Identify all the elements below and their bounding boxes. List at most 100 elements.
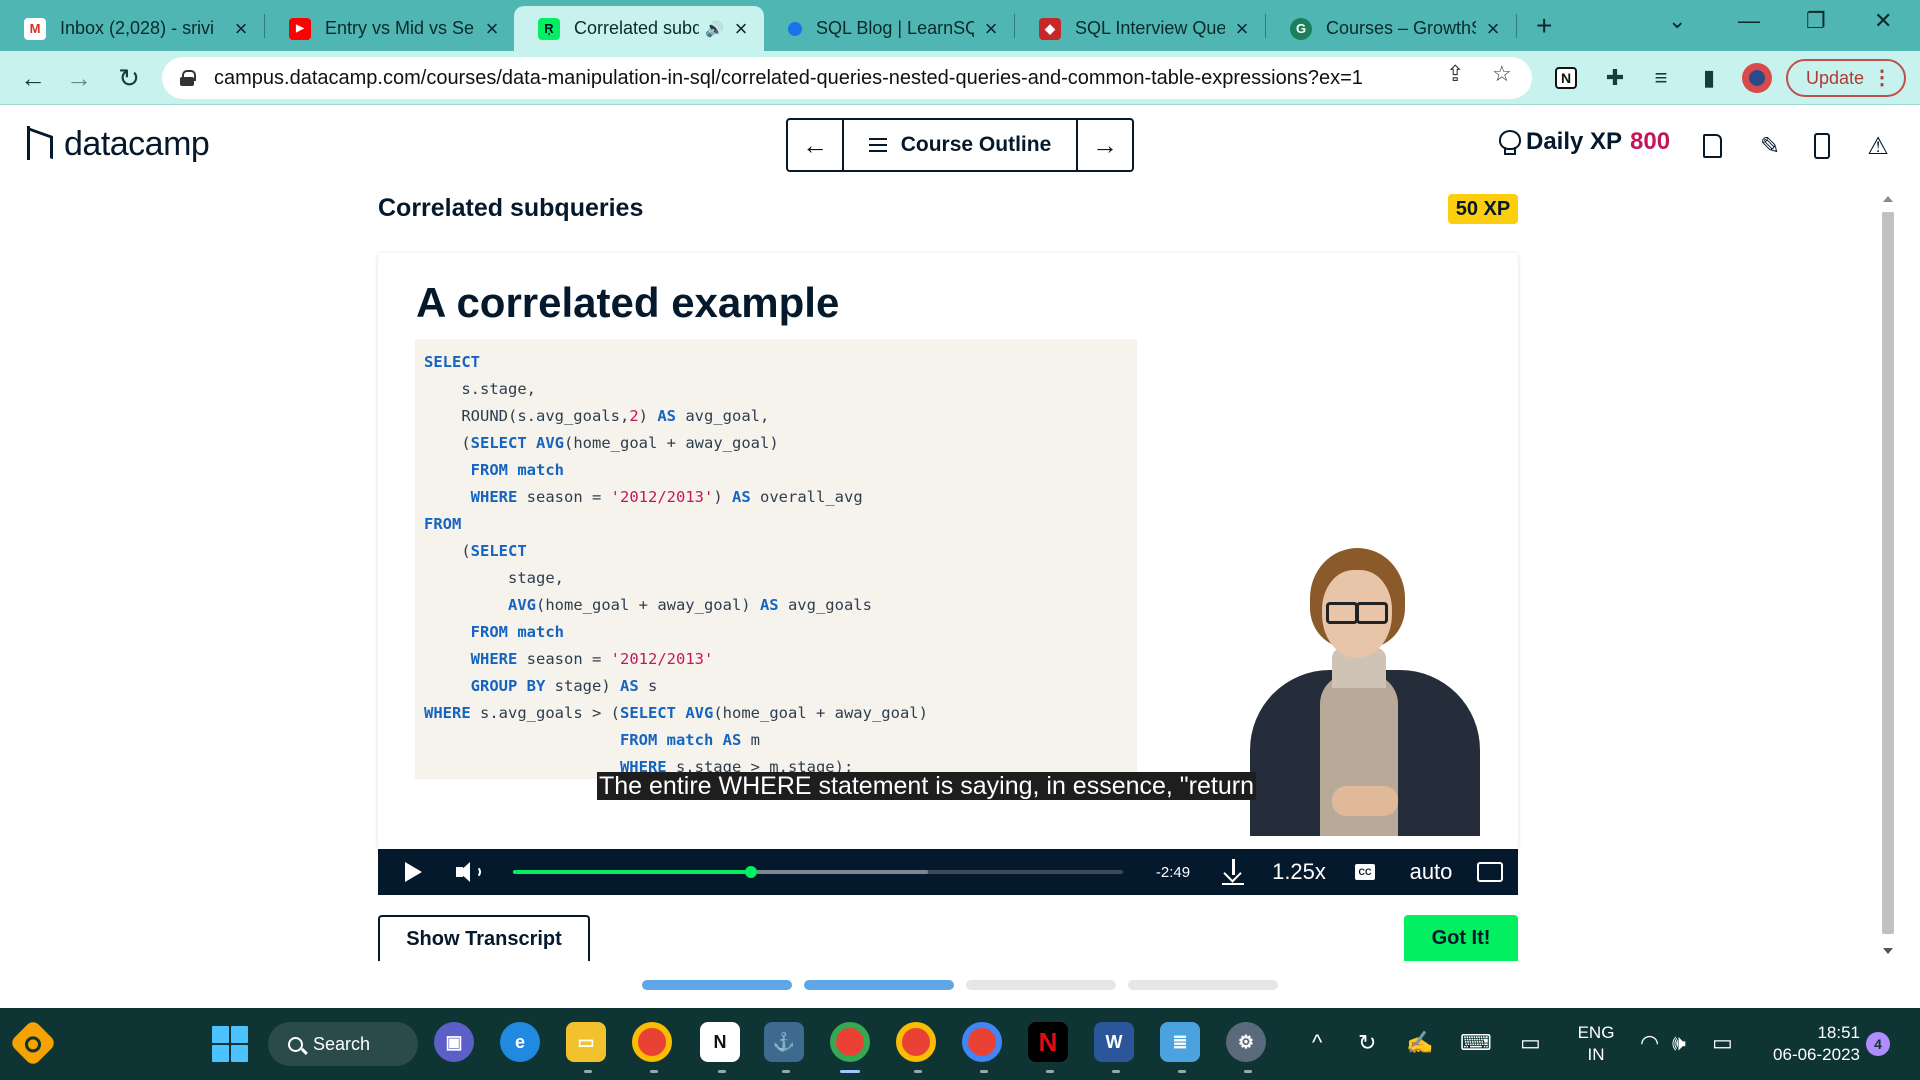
chrome-icon[interactable] bbox=[632, 1022, 672, 1062]
chrome-profile-3-icon[interactable] bbox=[962, 1022, 1002, 1062]
taskbar-search[interactable]: Search bbox=[268, 1022, 418, 1066]
got-it-button[interactable]: Got It! bbox=[1404, 915, 1518, 961]
close-tab-icon[interactable]: × bbox=[1484, 16, 1502, 42]
quality-button[interactable]: auto bbox=[1398, 849, 1464, 895]
battery-icon[interactable]: ▭ bbox=[1712, 1030, 1733, 1056]
search-label: Search bbox=[313, 1033, 371, 1054]
show-transcript-button[interactable]: Show Transcript bbox=[378, 915, 590, 961]
code-line: s.stage, bbox=[424, 376, 1137, 403]
notion-extension-icon[interactable]: N bbox=[1555, 67, 1577, 89]
code-block: SELECT s.stage, ROUND(s.avg_goals,2) AS … bbox=[415, 339, 1137, 779]
lock-icon[interactable] bbox=[180, 70, 196, 86]
mysql-workbench-icon[interactable]: ⚓ bbox=[764, 1022, 804, 1062]
chrome-profile-1-icon[interactable] bbox=[830, 1022, 870, 1062]
seek-handle[interactable] bbox=[744, 866, 757, 878]
pen-menu-icon[interactable]: ✍ bbox=[1406, 1030, 1433, 1056]
tab-datacamp[interactable]: Ŗ Correlated subq 🔊 × bbox=[514, 6, 764, 51]
play-button[interactable] bbox=[396, 849, 430, 895]
fullscreen-button[interactable] bbox=[1472, 849, 1508, 895]
datacamp-logo[interactable]: datacamp bbox=[24, 124, 210, 164]
windows-start-icon[interactable] bbox=[212, 1026, 248, 1062]
profile-avatar[interactable] bbox=[1742, 63, 1772, 93]
chrome-profile-2-icon[interactable] bbox=[896, 1022, 936, 1062]
edge-icon[interactable]: e bbox=[500, 1022, 540, 1062]
audio-playing-icon[interactable]: 🔊 bbox=[705, 20, 724, 38]
code-text: (home_goal + away_goal) bbox=[713, 704, 928, 722]
update-button[interactable]: Update ⋮ bbox=[1786, 59, 1906, 97]
more-menu-icon[interactable]: ⋮ bbox=[1872, 65, 1892, 90]
tab-sql-interview[interactable]: ◆ SQL Interview Ques × bbox=[1015, 6, 1265, 51]
bookmark-star-icon[interactable]: ☆ bbox=[1492, 61, 1512, 87]
tab-learnsql[interactable]: SQL Blog | LearnSQ × bbox=[764, 6, 1014, 51]
video-caption: The entire WHERE statement is saying, in… bbox=[597, 772, 1256, 800]
video-player[interactable]: A correlated example SELECT s.stage, ROU… bbox=[378, 253, 1518, 895]
media-controls-icon[interactable]: ≡ bbox=[1646, 63, 1676, 93]
side-panel-icon[interactable]: ▮ bbox=[1694, 63, 1724, 93]
new-tab-icon[interactable]: + bbox=[1536, 10, 1552, 42]
code-text: stage, bbox=[424, 569, 564, 587]
word-icon[interactable]: W bbox=[1094, 1022, 1134, 1062]
code-line: stage, bbox=[424, 565, 1137, 592]
tab-youtube[interactable]: ▶ Entry vs Mid vs Sen × bbox=[265, 6, 515, 51]
close-window-icon[interactable]: ✕ bbox=[1874, 8, 1892, 34]
reload-icon[interactable]: ↻ bbox=[112, 61, 146, 95]
keyboard-icon[interactable]: ⌨ bbox=[1460, 1030, 1492, 1056]
mobile-icon[interactable] bbox=[1814, 133, 1830, 159]
close-tab-icon[interactable]: × bbox=[483, 16, 501, 42]
extensions-puzzle-icon[interactable]: ✚ bbox=[1600, 63, 1630, 93]
url-text[interactable]: campus.datacamp.com/courses/data-manipul… bbox=[214, 67, 1434, 90]
slides-document-icon[interactable] bbox=[1703, 134, 1722, 158]
netflix-icon[interactable]: N bbox=[1028, 1022, 1068, 1062]
scroll-up-icon[interactable] bbox=[1883, 196, 1893, 202]
next-exercise-button[interactable]: → bbox=[1078, 120, 1132, 170]
settings-icon[interactable]: ⚙ bbox=[1226, 1022, 1266, 1062]
captions-button[interactable]: CC bbox=[1350, 849, 1380, 895]
report-issue-icon[interactable]: ⚠ bbox=[1864, 132, 1892, 160]
daily-xp[interactable]: Daily XP 800 bbox=[1498, 128, 1670, 156]
scroll-down-icon[interactable] bbox=[1883, 948, 1893, 954]
address-bar[interactable]: campus.datacamp.com/courses/data-manipul… bbox=[162, 57, 1532, 99]
close-tab-icon[interactable]: × bbox=[1233, 16, 1251, 42]
playback-speed-button[interactable]: 1.25x bbox=[1266, 849, 1332, 895]
seek-bar[interactable] bbox=[513, 866, 1123, 878]
clock[interactable]: 18:51 06-06-2023 bbox=[1754, 1022, 1860, 1066]
widgets-icon[interactable] bbox=[8, 1018, 58, 1068]
download-button[interactable] bbox=[1218, 849, 1248, 895]
notion-icon[interactable]: N bbox=[700, 1022, 740, 1062]
restore-icon[interactable]: ❐ bbox=[1806, 8, 1826, 34]
close-tab-icon[interactable]: × bbox=[982, 16, 1000, 42]
page-scrollbar[interactable] bbox=[1880, 190, 1896, 960]
previous-exercise-button[interactable]: ← bbox=[788, 120, 842, 170]
tab-search-icon[interactable]: ⌄ bbox=[1668, 8, 1686, 34]
pencil-icon[interactable]: ✎ bbox=[1756, 132, 1784, 160]
running-indicator bbox=[1112, 1070, 1120, 1073]
sql-keyword: FROM bbox=[619, 731, 658, 749]
closed-captions-icon: CC bbox=[1355, 864, 1375, 880]
file-explorer-icon[interactable]: ▭ bbox=[566, 1022, 606, 1062]
forward-icon[interactable]: → bbox=[62, 61, 96, 95]
sql-keyword: match bbox=[517, 623, 565, 641]
volume-icon[interactable]: 🕪 bbox=[1672, 1030, 1686, 1056]
language-indicator[interactable]: ENG IN bbox=[1574, 1022, 1618, 1066]
notification-badge[interactable]: 4 bbox=[1866, 1032, 1890, 1056]
tab-gmail[interactable]: M Inbox (2,028) - srivi × bbox=[0, 6, 264, 51]
close-tab-icon[interactable]: × bbox=[232, 16, 250, 42]
wifi-icon[interactable]: ◠ bbox=[1640, 1030, 1659, 1056]
course-outline-button[interactable]: Course Outline bbox=[842, 120, 1078, 170]
volume-button[interactable] bbox=[452, 849, 486, 895]
notepad-icon[interactable]: ≣ bbox=[1160, 1022, 1200, 1062]
progress-segment bbox=[804, 980, 954, 990]
back-icon[interactable]: ← bbox=[16, 61, 50, 95]
teams-icon[interactable]: ▣ bbox=[434, 1022, 474, 1062]
tab-title: SQL Blog | LearnSQ bbox=[816, 18, 974, 38]
share-icon[interactable]: ⇪ bbox=[1446, 61, 1464, 87]
close-tab-icon[interactable]: × bbox=[732, 16, 750, 42]
scroll-thumb[interactable] bbox=[1882, 212, 1894, 934]
sql-keyword: WHERE bbox=[470, 650, 518, 668]
region-code: IN bbox=[1587, 1045, 1605, 1064]
sync-icon[interactable]: ↻ bbox=[1358, 1030, 1376, 1056]
display-icon[interactable]: ▭ bbox=[1520, 1030, 1541, 1056]
tab-growthschool[interactable]: G Courses – GrowthS × bbox=[1266, 6, 1516, 51]
show-hidden-icons-icon[interactable]: ^ bbox=[1312, 1030, 1322, 1056]
minimize-icon[interactable]: — bbox=[1738, 8, 1760, 34]
